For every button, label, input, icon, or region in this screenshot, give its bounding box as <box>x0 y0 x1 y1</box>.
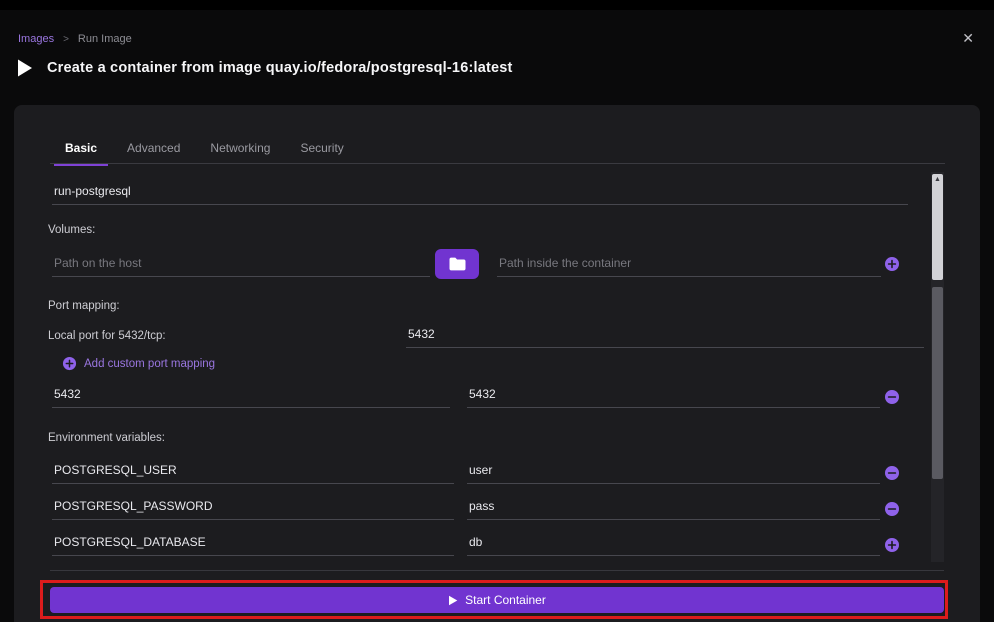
window-top-strip <box>0 0 994 10</box>
volume-host-path-input[interactable] <box>52 251 430 277</box>
page-header: Create a container from image quay.io/fe… <box>12 56 513 80</box>
scrollbar-thumb-inner[interactable] <box>932 287 943 479</box>
breadcrumb-separator-icon: > <box>63 34 69 45</box>
remove-port-mapping-button[interactable] <box>884 389 900 405</box>
add-env-variable-button[interactable] <box>884 537 900 553</box>
page-title: Create a container from image quay.io/fe… <box>47 60 513 76</box>
env-value-input[interactable] <box>467 530 880 556</box>
container-name-input[interactable] <box>52 179 908 205</box>
add-custom-port-mapping-label: Add custom port mapping <box>84 358 215 370</box>
custom-port-host-input[interactable] <box>52 382 450 408</box>
run-image-screen: Images > Run Image ✕ Create a container … <box>0 0 994 622</box>
scroll-up-icon: ▲ <box>934 176 941 183</box>
scrollbar-track[interactable]: ▲ <box>931 172 944 562</box>
env-name-input[interactable] <box>52 530 454 556</box>
start-container-button[interactable]: Start Container <box>50 587 944 613</box>
custom-port-container-input[interactable] <box>467 382 880 408</box>
form-bottom-divider <box>50 570 944 571</box>
scrollbar-thumb[interactable]: ▲ <box>932 174 943 280</box>
port-mapping-label: Port mapping: <box>48 300 120 312</box>
tab-bar-divider <box>50 163 945 164</box>
tab-advanced[interactable]: Advanced <box>112 135 195 166</box>
run-image-panel: Basic Advanced Networking Security Volum… <box>14 105 980 622</box>
add-volume-button[interactable] <box>884 256 900 272</box>
tab-basic[interactable]: Basic <box>50 135 112 166</box>
remove-env-variable-button[interactable] <box>884 501 900 517</box>
env-value-input[interactable] <box>467 494 880 520</box>
close-icon[interactable]: ✕ <box>962 30 974 47</box>
folder-icon <box>448 256 466 272</box>
breadcrumb-current: Run Image <box>78 33 132 45</box>
plus-circle-icon <box>884 537 900 553</box>
tab-security[interactable]: Security <box>285 135 358 166</box>
environment-variables-label: Environment variables: <box>48 432 165 444</box>
breadcrumb: Images > Run Image <box>18 33 132 45</box>
plus-circle-icon <box>884 256 900 272</box>
local-port-label: Local port for 5432/tcp: <box>48 330 166 342</box>
tab-networking[interactable]: Networking <box>195 135 285 166</box>
add-custom-port-mapping-link[interactable]: Add custom port mapping <box>62 356 215 371</box>
minus-circle-icon <box>884 465 900 481</box>
env-name-input[interactable] <box>52 494 454 520</box>
env-name-input[interactable] <box>52 458 454 484</box>
remove-env-variable-button[interactable] <box>884 465 900 481</box>
play-icon <box>12 56 36 80</box>
minus-circle-icon <box>884 389 900 405</box>
breadcrumb-images-link[interactable]: Images <box>18 33 54 45</box>
minus-circle-icon <box>884 501 900 517</box>
browse-folder-button[interactable] <box>435 249 479 279</box>
env-value-input[interactable] <box>467 458 880 484</box>
volume-container-path-input[interactable] <box>497 251 881 277</box>
play-icon <box>448 595 458 606</box>
local-port-input[interactable] <box>406 322 924 348</box>
volumes-label: Volumes: <box>48 224 95 236</box>
tab-bar: Basic Advanced Networking Security <box>50 135 359 166</box>
plus-circle-icon <box>62 356 77 371</box>
start-container-label: Start Container <box>465 593 546 607</box>
